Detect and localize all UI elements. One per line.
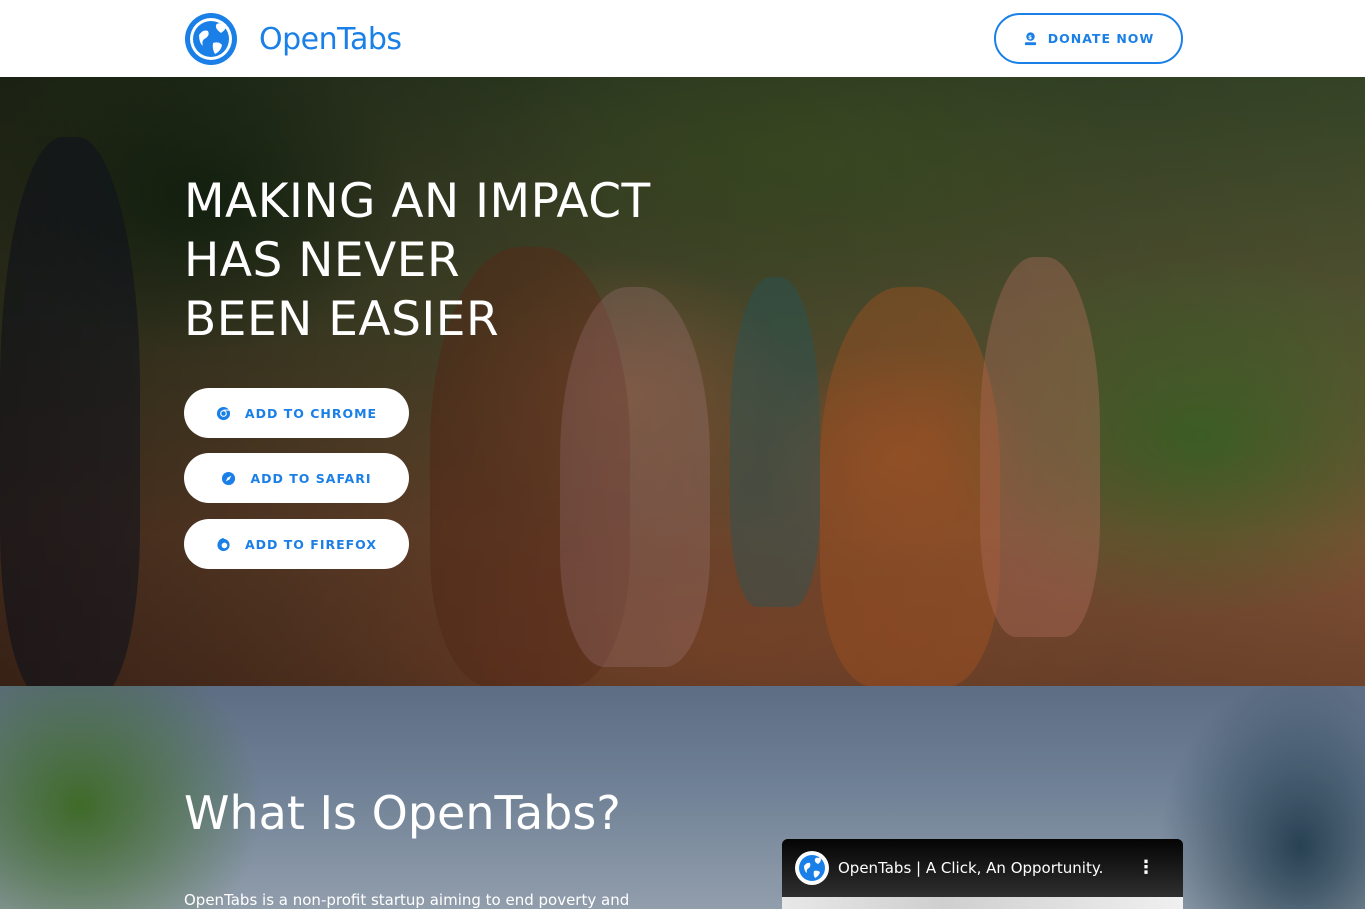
globe-heart-logo-icon xyxy=(185,13,237,65)
video-title[interactable]: OpenTabs | A Click, An Opportunity. xyxy=(838,859,1103,877)
brand-link[interactable]: OpenTabs xyxy=(183,11,402,67)
hero-photo-child xyxy=(980,257,1100,637)
safari-icon xyxy=(222,471,236,485)
hero-headline-line: BEEN EASIER xyxy=(184,292,500,347)
channel-avatar-icon[interactable] xyxy=(794,850,830,886)
donate-hand-icon: $ xyxy=(1024,32,1036,46)
svg-text:$: $ xyxy=(1028,35,1033,41)
add-to-safari-label: ADD TO SAFARI xyxy=(250,470,372,486)
about-heading: What Is OpenTabs? xyxy=(184,786,621,840)
add-to-chrome-label: ADD TO CHROME xyxy=(244,405,378,421)
hero-photo-child xyxy=(730,277,820,607)
hero-photo-child xyxy=(820,287,1000,686)
video-thumbnail xyxy=(782,897,1183,909)
add-to-safari-button[interactable]: ADD TO SAFARI xyxy=(184,453,409,503)
add-to-chrome-button[interactable]: ADD TO CHROME xyxy=(184,388,409,438)
about-section: What Is OpenTabs? OpenTabs is a non-prof… xyxy=(0,686,1365,909)
about-description: OpenTabs is a non-profit startup aiming … xyxy=(184,891,630,909)
video-embed[interactable]: OpenTabs | A Click, An Opportunity. ⋮ xyxy=(782,839,1183,909)
hero-headline-line: MAKING AN IMPACT xyxy=(184,174,651,229)
site-header: OpenTabs $ DONATE NOW xyxy=(0,0,1365,77)
hero-headline: MAKING AN IMPACT HAS NEVER BEEN EASIER xyxy=(184,172,651,349)
more-vertical-icon[interactable]: ⋮ xyxy=(1137,857,1155,878)
brand-name: OpenTabs xyxy=(259,21,402,57)
add-to-firefox-button[interactable]: ADD TO FIREFOX xyxy=(184,519,409,569)
hero-photo-adult xyxy=(0,137,140,686)
firefox-icon xyxy=(217,537,230,551)
add-to-firefox-label: ADD TO FIREFOX xyxy=(245,536,377,552)
chrome-icon xyxy=(216,406,230,420)
donate-now-label: DONATE NOW xyxy=(1047,31,1155,46)
donate-now-button[interactable]: $ DONATE NOW xyxy=(994,13,1183,64)
hero-section: MAKING AN IMPACT HAS NEVER BEEN EASIER A… xyxy=(0,77,1365,686)
hero-headline-line: HAS NEVER xyxy=(184,233,461,288)
